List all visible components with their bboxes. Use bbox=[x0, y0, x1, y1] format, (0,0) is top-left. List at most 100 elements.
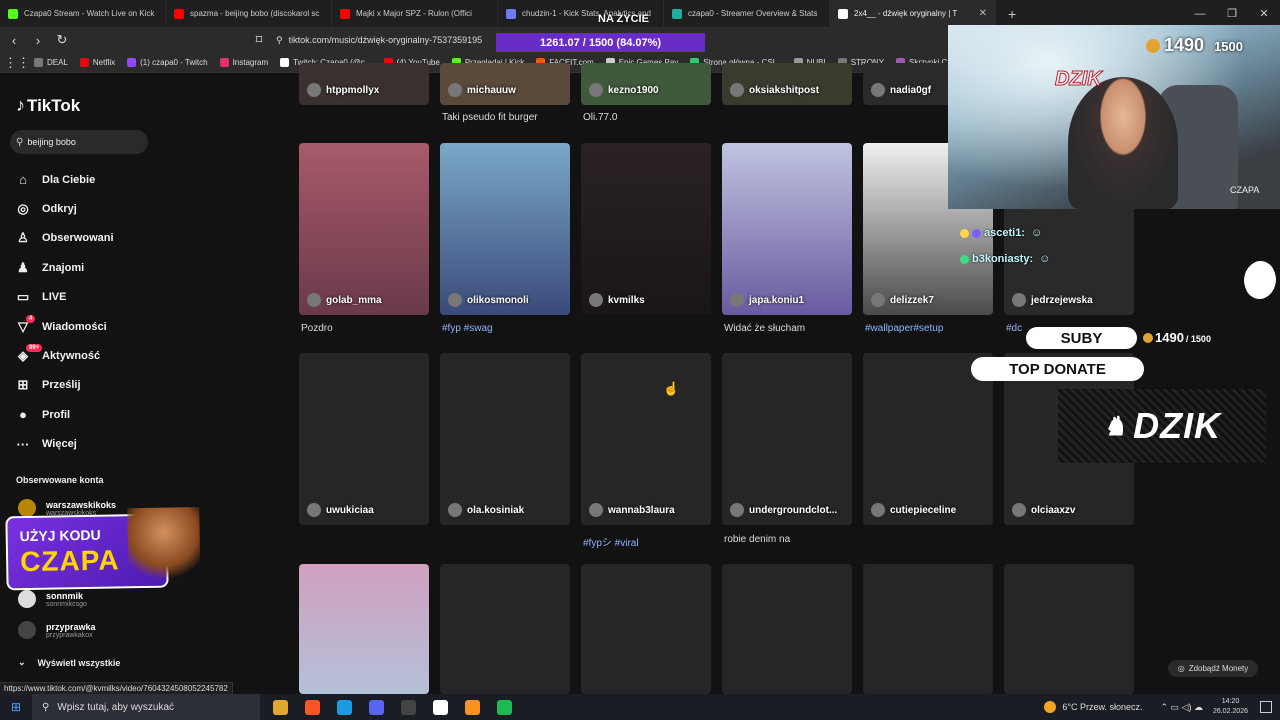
bookmark-item[interactable]: Instagram bbox=[219, 58, 268, 67]
video-caption[interactable]: Widać że słucham bbox=[724, 323, 805, 334]
show-all-button[interactable]: ⌄ Wyświetl wszystkie bbox=[18, 657, 120, 668]
minimize-button[interactable]: — bbox=[1184, 8, 1216, 20]
video-card[interactable] bbox=[581, 564, 711, 694]
nav-item-more[interactable]: ··· Więcej bbox=[14, 430, 164, 459]
apps-grid-icon[interactable]: ⋮⋮ bbox=[4, 55, 30, 71]
video-card[interactable] bbox=[722, 564, 852, 694]
tiktok-logo[interactable]: ♪ TikTok bbox=[16, 95, 80, 116]
nav-item-friends[interactable]: ♟ Znajomi bbox=[14, 253, 164, 282]
video-card[interactable]: kezno1900 bbox=[581, 63, 711, 105]
taskbar-search-input[interactable]: ⚲ Wpisz tutaj, aby wyszukać bbox=[32, 694, 260, 720]
video-caption[interactable]: #fypシ #viral bbox=[583, 534, 639, 549]
site-info-icon[interactable]: ⚲ bbox=[276, 35, 283, 46]
browser-tab[interactable]: 2x4__ - dźwięk oryginalny | T ✕ bbox=[830, 0, 996, 27]
followed-account-item[interactable]: przyprawka przyprawkakox bbox=[18, 621, 96, 639]
video-card[interactable]: golab_mma bbox=[299, 143, 429, 315]
video-owner[interactable]: ola.kosiniak bbox=[448, 503, 524, 517]
video-owner[interactable]: htppmollyx bbox=[307, 83, 379, 97]
chat-overlay: asceti1: ☺ b3koniasty: ☺ bbox=[960, 220, 1050, 272]
video-card[interactable] bbox=[1004, 564, 1134, 694]
close-window-button[interactable]: ✕ bbox=[1248, 7, 1280, 20]
get-coins-button[interactable]: ◎ Zdobądź Monety bbox=[1168, 660, 1258, 677]
video-owner[interactable]: kvmilks bbox=[589, 293, 645, 307]
nav-item-compass[interactable]: ◎ Odkryj bbox=[14, 194, 164, 223]
video-card[interactable]: olikosmonoli bbox=[440, 143, 570, 315]
clock[interactable]: 14:20 26.02.2026 bbox=[1213, 697, 1248, 717]
video-card[interactable] bbox=[299, 564, 429, 694]
video-card[interactable]: cutiepieceline bbox=[863, 353, 993, 525]
video-owner[interactable]: undergroundclot... bbox=[730, 503, 837, 517]
video-caption[interactable]: #dc bbox=[1006, 323, 1022, 334]
nav-item-upload[interactable]: ⊞ Prześlij bbox=[14, 371, 164, 400]
nav-item-profile[interactable]: ● Profil bbox=[14, 400, 164, 429]
notification-icon[interactable] bbox=[1260, 701, 1272, 713]
video-owner[interactable]: kezno1900 bbox=[589, 83, 659, 97]
video-owner[interactable]: jedrzejewska bbox=[1012, 293, 1093, 307]
nav-item-following[interactable]: ♙ Obserwowani bbox=[14, 224, 164, 253]
forward-icon[interactable]: › bbox=[28, 33, 48, 48]
video-caption[interactable]: Oli.77.0 bbox=[583, 112, 617, 123]
taskbar-app-icon[interactable] bbox=[296, 694, 328, 720]
browser-tab[interactable]: spazma - beijing bobo (discokarol sc bbox=[166, 0, 332, 27]
nav-item-live[interactable]: ▭ LIVE bbox=[14, 283, 164, 312]
close-tab-icon[interactable]: ✕ bbox=[979, 8, 987, 19]
back-icon[interactable]: ‹ bbox=[4, 33, 24, 48]
video-caption[interactable]: robie denim na bbox=[724, 534, 790, 545]
video-owner[interactable]: japa.koniu1 bbox=[730, 293, 804, 307]
video-card[interactable]: uwukiciaa bbox=[299, 353, 429, 525]
video-owner[interactable]: oksiakshitpost bbox=[730, 83, 819, 97]
restore-button[interactable]: ❐ bbox=[1216, 7, 1248, 20]
video-owner[interactable]: olikosmonoli bbox=[448, 293, 529, 307]
reload-icon[interactable]: ↻ bbox=[52, 32, 72, 48]
avatar bbox=[1012, 293, 1026, 307]
taskbar-app-icon[interactable] bbox=[264, 694, 296, 720]
browser-tab[interactable]: czapa0 - Streamer Overview & Stats bbox=[664, 0, 830, 27]
video-caption[interactable]: #fyp #swag bbox=[442, 323, 493, 334]
taskbar-app-icon[interactable] bbox=[328, 694, 360, 720]
video-owner[interactable]: wannab3laura bbox=[589, 503, 675, 517]
video-card[interactable] bbox=[440, 564, 570, 694]
taskbar-app-icon[interactable] bbox=[360, 694, 392, 720]
tray-icons[interactable]: ⌃ ▭ ◁) ☁ bbox=[1160, 702, 1202, 713]
bookmark-item[interactable]: DEAL bbox=[34, 58, 68, 67]
video-owner[interactable]: nadia0gf bbox=[871, 83, 931, 97]
video-owner[interactable]: olciaaxzv bbox=[1012, 503, 1075, 517]
cam-sub-counter: 1490 1500 bbox=[1146, 35, 1243, 56]
weather-widget[interactable]: 6°C Przew. słonecz. bbox=[1044, 701, 1142, 713]
bookmark-icon[interactable]: ⌑ bbox=[249, 32, 269, 48]
taskbar-app-icon[interactable] bbox=[488, 694, 520, 720]
video-card[interactable]: wannab3laura bbox=[581, 353, 711, 525]
video-card[interactable]: michauuw bbox=[440, 63, 570, 105]
tab-favicon-icon bbox=[672, 8, 682, 19]
followed-account-item[interactable]: sonnmik sonnmikcsgo bbox=[18, 590, 87, 608]
video-owner[interactable]: uwukiciaa bbox=[307, 503, 374, 517]
video-caption[interactable]: Taki pseudo fit burger bbox=[442, 112, 538, 123]
video-card[interactable]: oksiakshitpost bbox=[722, 63, 852, 105]
new-tab-button[interactable]: + bbox=[996, 6, 1028, 22]
video-caption[interactable]: Pozdro bbox=[301, 323, 333, 334]
windows-start-icon[interactable]: ⊞ bbox=[0, 700, 32, 714]
video-caption[interactable]: #wallpaper#setup bbox=[865, 323, 943, 334]
nav-item-home[interactable]: ⌂ Dla Ciebie bbox=[14, 165, 164, 194]
browser-tab[interactable]: Majki x Major SPZ - Rulon (Offici bbox=[332, 0, 498, 27]
video-card[interactable]: kvmilks bbox=[581, 143, 711, 315]
video-owner[interactable]: golab_mma bbox=[307, 293, 382, 307]
tab-title: czapa0 - Streamer Overview & Stats bbox=[688, 9, 818, 18]
video-owner[interactable]: delizzek7 bbox=[871, 293, 934, 307]
video-card[interactable]: japa.koniu1 bbox=[722, 143, 852, 315]
video-card[interactable]: undergroundclot... bbox=[722, 353, 852, 525]
search-input[interactable]: ⚲ beijing bobo bbox=[10, 130, 148, 154]
bookmark-item[interactable]: Netflix bbox=[79, 58, 115, 67]
video-card[interactable]: ola.kosiniak bbox=[440, 353, 570, 525]
video-owner[interactable]: michauuw bbox=[448, 83, 516, 97]
video-card[interactable] bbox=[863, 564, 993, 694]
video-owner[interactable]: cutiepieceline bbox=[871, 503, 956, 517]
browser-tab[interactable]: Czapa0 Stream - Watch Live on Kick bbox=[0, 0, 166, 27]
video-card[interactable]: htppmollyx bbox=[299, 63, 429, 105]
taskbar-app-icon[interactable] bbox=[456, 694, 488, 720]
bookmark-item[interactable]: (1) czapa0 - Twitch bbox=[127, 58, 208, 67]
nav-item-activity[interactable]: ◈ Aktywność 99+ bbox=[14, 341, 164, 370]
taskbar-app-icon[interactable] bbox=[392, 694, 424, 720]
taskbar-app-icon[interactable] bbox=[424, 694, 456, 720]
nav-item-messages[interactable]: ▽ Wiadomości 4 bbox=[14, 312, 164, 341]
